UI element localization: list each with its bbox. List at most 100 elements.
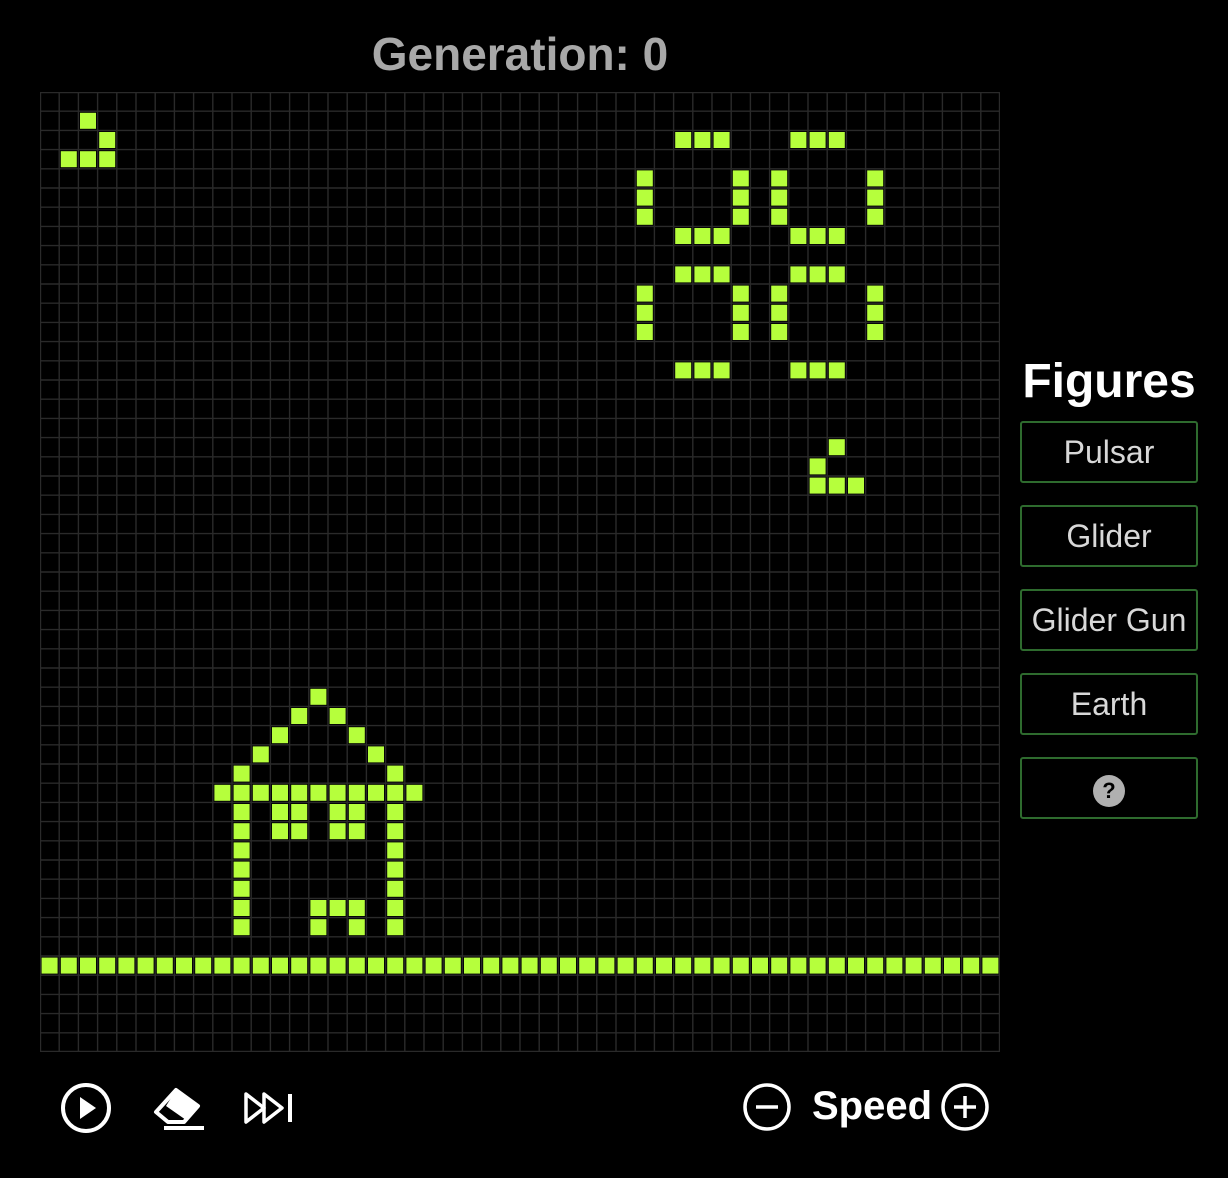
alive-cell[interactable] (713, 132, 730, 148)
alive-cell[interactable] (60, 151, 77, 168)
alive-cell[interactable] (252, 957, 269, 974)
alive-cell[interactable] (867, 189, 884, 206)
alive-cell[interactable] (329, 823, 346, 840)
alive-cell[interactable] (694, 266, 711, 283)
alive-cell[interactable] (828, 439, 845, 456)
alive-cell[interactable] (905, 957, 922, 974)
alive-cell[interactable] (521, 957, 538, 974)
alive-cell[interactable] (368, 957, 384, 974)
alive-cell[interactable] (790, 957, 807, 974)
alive-cell[interactable] (732, 324, 749, 340)
alive-cell[interactable] (598, 957, 615, 974)
alive-cell[interactable] (233, 804, 250, 820)
alive-cell[interactable] (368, 746, 384, 763)
alive-cell[interactable] (272, 957, 288, 974)
alive-cell[interactable] (348, 957, 365, 974)
alive-cell[interactable] (444, 957, 461, 974)
alive-cell[interactable] (886, 957, 903, 974)
alive-cell[interactable] (732, 957, 749, 974)
alive-cell[interactable] (636, 170, 653, 187)
alive-cell[interactable] (233, 784, 250, 801)
alive-cell[interactable] (329, 957, 346, 974)
alive-cell[interactable] (675, 266, 692, 283)
alive-cell[interactable] (809, 957, 826, 974)
speed-down-button[interactable] (742, 1082, 792, 1132)
alive-cell[interactable] (214, 957, 231, 974)
alive-cell[interactable] (771, 208, 788, 225)
alive-cell[interactable] (771, 170, 788, 187)
alive-cell[interactable] (291, 708, 308, 724)
alive-cell[interactable] (963, 957, 980, 974)
alive-cell[interactable] (771, 957, 788, 974)
alive-cell[interactable] (809, 477, 826, 494)
alive-cell[interactable] (387, 900, 404, 916)
alive-cell[interactable] (310, 957, 327, 974)
alive-cell[interactable] (828, 957, 845, 974)
alive-cell[interactable] (387, 784, 404, 801)
alive-cell[interactable] (252, 746, 269, 763)
alive-cell[interactable] (387, 957, 404, 974)
alive-cell[interactable] (60, 957, 77, 974)
alive-cell[interactable] (233, 919, 250, 936)
alive-cell[interactable] (790, 132, 807, 148)
alive-cell[interactable] (387, 804, 404, 820)
alive-cell[interactable] (848, 477, 864, 494)
alive-cell[interactable] (790, 362, 807, 379)
alive-cell[interactable] (272, 784, 288, 801)
alive-cell[interactable] (348, 727, 365, 744)
alive-cell[interactable] (348, 919, 365, 936)
play-button[interactable] (60, 1082, 112, 1134)
alive-cell[interactable] (329, 804, 346, 820)
alive-cell[interactable] (41, 957, 58, 974)
alive-cell[interactable] (809, 266, 826, 283)
alive-cell[interactable] (828, 228, 845, 244)
alive-cell[interactable] (771, 324, 788, 340)
alive-cell[interactable] (387, 842, 404, 859)
alive-cell[interactable] (732, 208, 749, 225)
alive-cell[interactable] (80, 112, 96, 129)
alive-cell[interactable] (867, 285, 884, 302)
alive-cell[interactable] (656, 957, 672, 974)
alive-cell[interactable] (387, 880, 404, 897)
alive-cell[interactable] (867, 324, 884, 340)
alive-cell[interactable] (732, 189, 749, 206)
glider-button[interactable]: Glider (1020, 505, 1198, 567)
alive-cell[interactable] (387, 919, 404, 936)
alive-cell[interactable] (713, 266, 730, 283)
alive-cell[interactable] (675, 957, 692, 974)
alive-cell[interactable] (617, 957, 634, 974)
alive-cell[interactable] (502, 957, 519, 974)
alive-cell[interactable] (636, 324, 653, 340)
alive-cell[interactable] (406, 784, 423, 801)
alive-cell[interactable] (675, 228, 692, 244)
alive-cell[interactable] (348, 823, 365, 840)
alive-cell[interactable] (809, 362, 826, 379)
alive-cell[interactable] (828, 477, 845, 494)
alive-cell[interactable] (867, 208, 884, 225)
alive-cell[interactable] (310, 919, 327, 936)
alive-cell[interactable] (790, 266, 807, 283)
alive-cell[interactable] (80, 957, 96, 974)
alive-cell[interactable] (368, 784, 384, 801)
alive-cell[interactable] (675, 132, 692, 148)
alive-cell[interactable] (636, 957, 653, 974)
alive-cell[interactable] (310, 784, 327, 801)
alive-cell[interactable] (771, 304, 788, 321)
alive-cell[interactable] (310, 688, 327, 705)
alive-cell[interactable] (809, 228, 826, 244)
alive-cell[interactable] (924, 957, 941, 974)
alive-cell[interactable] (867, 170, 884, 187)
alive-cell[interactable] (291, 804, 308, 820)
alive-cell[interactable] (636, 304, 653, 321)
alive-cell[interactable] (828, 362, 845, 379)
game-board[interactable] (40, 92, 1000, 1052)
alive-cell[interactable] (694, 228, 711, 244)
alive-cell[interactable] (118, 957, 135, 974)
glider-gun-button[interactable]: Glider Gun (1020, 589, 1198, 651)
earth-button[interactable]: Earth (1020, 673, 1198, 735)
alive-cell[interactable] (828, 132, 845, 148)
alive-cell[interactable] (233, 861, 250, 878)
alive-cell[interactable] (272, 823, 288, 840)
alive-cell[interactable] (233, 880, 250, 897)
alive-cell[interactable] (713, 957, 730, 974)
